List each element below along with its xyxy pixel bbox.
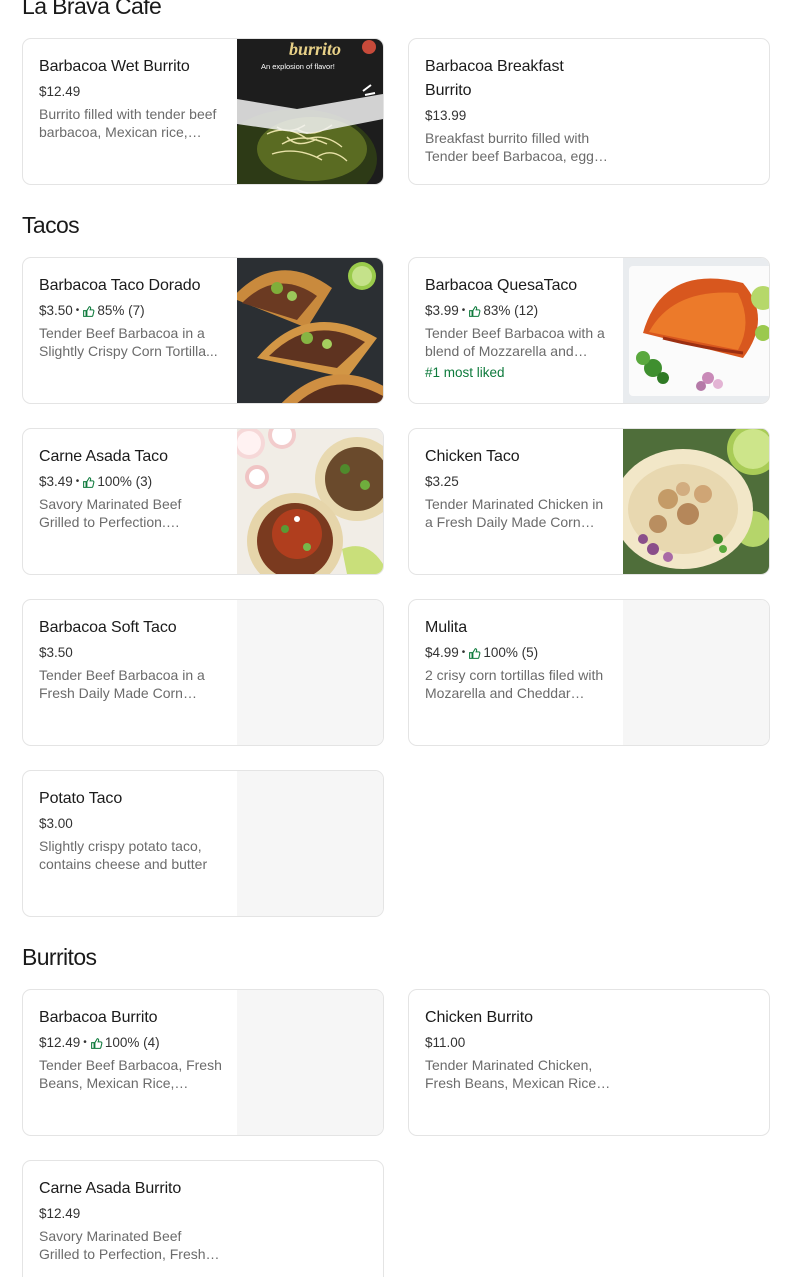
thumbs-up-icon: [83, 305, 95, 317]
item-rating: 100% (3): [97, 474, 153, 489]
separator-dot: •: [75, 476, 80, 487]
item-meta: $12.49: [39, 83, 225, 101]
section-title-burritos: Burritos: [22, 944, 97, 970]
menu-item-barbacoa-burrito[interactable]: Barbacoa Burrito $12.49 • 100% (4) Tende…: [22, 989, 384, 1136]
item-rating: 85% (7): [97, 303, 145, 318]
item-description: Tender Marinated Chicken, Fresh Beans, M…: [425, 1057, 601, 1091]
item-price: $3.50: [39, 645, 73, 660]
separator-dot: •: [83, 1037, 87, 1048]
item-name: Barbacoa Breakfast Burrito: [425, 58, 564, 99]
separator-dot: •: [75, 305, 80, 316]
item-name: Chicken Burrito: [425, 1009, 533, 1026]
item-name: Barbacoa QuesaTaco: [425, 277, 578, 294]
item-price: $3.25: [425, 474, 459, 489]
item-meta: $3.99 • 83% (12): [425, 302, 611, 320]
thumbs-up-icon: [83, 476, 95, 488]
menu-item-soft-taco[interactable]: Barbacoa Soft Taco $3.50 Tender Beef Bar…: [22, 599, 384, 746]
item-price: $3.50: [39, 303, 73, 318]
menu-item-carne-asada-taco[interactable]: Carne Asada Taco $3.49 • 100% (3) Savory…: [22, 428, 384, 575]
item-description: Savory Marinated Beef Grilled to Perfect…: [39, 496, 182, 530]
item-description: Breakfast burrito filled with Tender bee…: [425, 130, 601, 164]
separator-dot: •: [461, 305, 466, 316]
item-price: $12.49: [39, 1206, 81, 1221]
item-image-placeholder: [237, 990, 383, 1135]
item-name: Carne Asada Taco: [39, 448, 168, 465]
item-name: Barbacoa Burrito: [39, 1009, 158, 1026]
item-meta: $12.49 • 100% (4): [39, 1034, 225, 1052]
menu-item-carne-asada-burrito[interactable]: Carne Asada Burrito $12.49 Savory Marina…: [22, 1160, 384, 1277]
item-description: Tender Marinated Chicken in a Fresh Dail…: [425, 496, 604, 530]
item-price: $3.49: [39, 474, 73, 489]
thumbs-up-icon: [469, 647, 481, 659]
item-meta: $3.00: [39, 815, 225, 833]
restaurant-title: La Brava Cafe: [22, 0, 162, 19]
item-name: Barbacoa Taco Dorado: [39, 277, 201, 294]
item-name: Mulita: [425, 619, 468, 636]
item-price: $4.99: [425, 645, 459, 660]
item-price: $12.49: [39, 1035, 81, 1050]
menu-item-wet-burrito[interactable]: Barbacoa Wet Burrito $12.49 Burrito fill…: [22, 38, 384, 185]
image-caption-title: burrito: [289, 39, 341, 59]
item-rating: 100% (5): [483, 645, 539, 660]
most-liked-badge: #1 most liked: [425, 365, 505, 380]
item-meta: $11.00: [425, 1034, 611, 1052]
item-meta: $4.99 • 100% (5): [425, 644, 611, 662]
menu-item-chicken-taco[interactable]: Chicken Taco $3.25 Tender Marinated Chic…: [408, 428, 770, 575]
item-image: [623, 429, 769, 574]
item-image-placeholder: [623, 600, 769, 745]
item-image-placeholder: [237, 600, 383, 745]
item-description: Tender Beef Barbacoa, Fresh Beans, Mexic…: [39, 1057, 222, 1091]
separator-dot: •: [461, 647, 466, 658]
item-price: $11.00: [425, 1035, 466, 1050]
item-name: Barbacoa Soft Taco: [39, 619, 177, 636]
item-meta: $3.49 • 100% (3): [39, 473, 225, 491]
item-meta: $12.49: [39, 1205, 225, 1223]
item-description: Slightly crispy potato taco, contains ch…: [39, 838, 208, 872]
thumbs-up-icon: [469, 305, 481, 317]
item-meta: $3.50: [39, 644, 225, 662]
item-image: [623, 258, 769, 403]
item-description: Tender Beef Barbacoa with a blend of Moz…: [425, 325, 605, 359]
item-name: Potato Taco: [39, 790, 123, 807]
menu-item-chicken-burrito[interactable]: Chicken Burrito $11.00 Tender Marinated …: [408, 989, 770, 1136]
item-meta: $13.99: [425, 107, 611, 125]
item-name: Barbacoa Wet Burrito: [39, 58, 190, 75]
item-price: $12.49: [39, 84, 81, 99]
item-image-placeholder: [237, 771, 383, 916]
menu-item-potato-taco[interactable]: Potato Taco $3.00 Slightly crispy potato…: [22, 770, 384, 917]
item-image: burrito An explosion of flavor!: [237, 39, 383, 184]
item-description: Burrito filled with tender beef barbacoa…: [39, 106, 217, 140]
item-description: Tender Beef Barbacoa in a Slightly Crisp…: [39, 325, 218, 359]
section-title-tacos: Tacos: [22, 212, 80, 238]
item-name: Chicken Taco: [425, 448, 520, 465]
menu-item-breakfast-burrito[interactable]: Barbacoa Breakfast Burrito $13.99 Breakf…: [408, 38, 770, 185]
item-description: Savory Marinated Beef Grilled to Perfect…: [39, 1228, 206, 1262]
item-price: $3.99: [425, 303, 459, 318]
item-description: 2 crisy corn tortillas filed with Mozare…: [425, 667, 604, 701]
item-price: $3.00: [39, 816, 73, 831]
item-rating: 100% (4): [104, 1035, 160, 1050]
thumbs-up-icon: [90, 1037, 103, 1049]
item-rating: 83% (12): [483, 303, 539, 318]
item-description: Tender Beef Barbacoa in a Fresh Daily Ma…: [39, 667, 205, 701]
item-image: [237, 258, 383, 403]
menu-item-taco-dorado[interactable]: Barbacoa Taco Dorado $3.50 • 85% (7) Ten…: [22, 257, 384, 404]
item-meta: $3.50 • 85% (7): [39, 302, 225, 320]
item-meta: $3.25: [425, 473, 611, 491]
menu-item-mulita[interactable]: Mulita $4.99 • 100% (5) 2 crisy corn tor…: [408, 599, 770, 746]
image-caption-tagline: An explosion of flavor!: [261, 62, 335, 71]
item-name: Carne Asada Burrito: [39, 1180, 182, 1197]
menu-item-quesataco[interactable]: Barbacoa QuesaTaco $3.99 • 83% (12) Tend…: [408, 257, 770, 404]
item-image: [237, 429, 383, 574]
item-price: $13.99: [425, 108, 467, 123]
